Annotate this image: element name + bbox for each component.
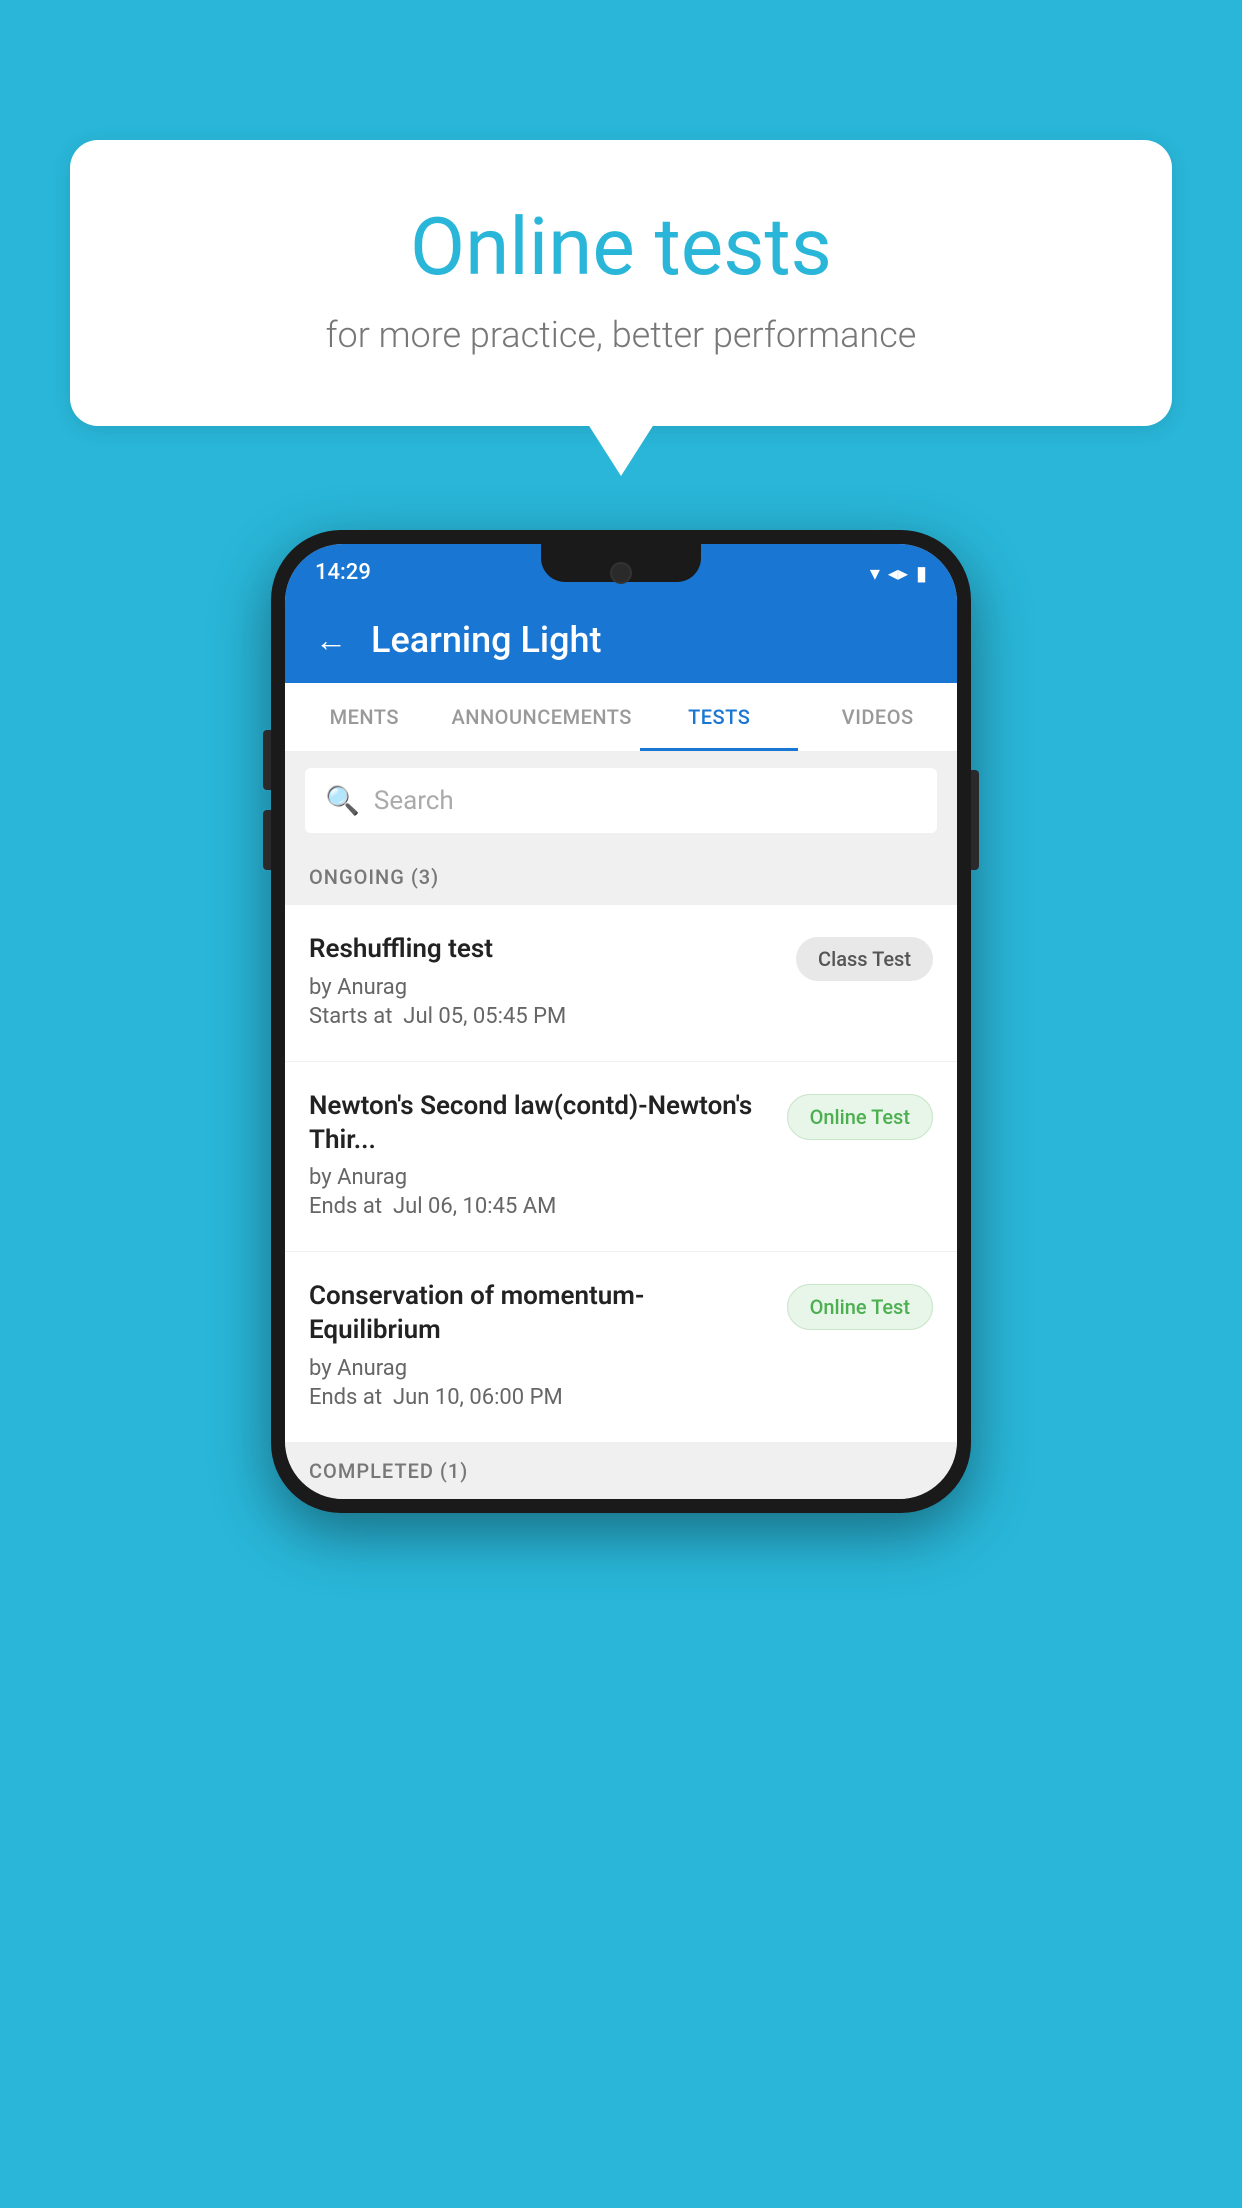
bubble-subtitle: for more practice, better performance <box>110 314 1132 356</box>
test-item[interactable]: Conservation of momentum-Equilibrium by … <box>285 1252 957 1443</box>
test-badge: Class Test <box>796 937 933 981</box>
speech-bubble: Online tests for more practice, better p… <box>70 140 1172 426</box>
phone-mockup: 14:29 ▾ ◂▸ ▮ ← Learning Light MENTS ANNO… <box>271 530 971 1513</box>
volume-up-button[interactable] <box>263 730 271 790</box>
tab-videos[interactable]: VIDEOS <box>798 683 957 751</box>
test-title: Reshuffling test <box>309 933 780 967</box>
test-item[interactable]: Reshuffling test by Anurag Starts at Jul… <box>285 905 957 1062</box>
test-time: Ends at Jun 10, 06:00 PM <box>309 1385 771 1410</box>
front-camera <box>610 562 632 584</box>
phone-outer: 14:29 ▾ ◂▸ ▮ ← Learning Light MENTS ANNO… <box>271 530 971 1513</box>
ongoing-section-label: ONGOING (3) <box>285 849 957 905</box>
test-by: by Anurag <box>309 1356 771 1381</box>
status-time: 14:29 <box>315 560 371 585</box>
test-info: Newton's Second law(contd)-Newton's Thir… <box>309 1090 787 1224</box>
test-by: by Anurag <box>309 1165 771 1190</box>
search-placeholder: Search <box>374 786 454 816</box>
test-badge: Online Test <box>787 1094 933 1140</box>
test-list: Reshuffling test by Anurag Starts at Jul… <box>285 905 957 1443</box>
battery-icon: ▮ <box>916 561 927 585</box>
signal-icon: ◂▸ <box>888 561 908 585</box>
tab-announcements[interactable]: ANNOUNCEMENTS <box>444 683 640 751</box>
wifi-icon: ▾ <box>870 561 880 585</box>
search-container: 🔍 Search <box>285 752 957 849</box>
test-title: Conservation of momentum-Equilibrium <box>309 1280 771 1348</box>
test-info: Reshuffling test by Anurag Starts at Jul… <box>309 933 796 1033</box>
completed-section-label: COMPLETED (1) <box>285 1443 957 1499</box>
app-title: Learning Light <box>371 619 601 661</box>
speech-bubble-container: Online tests for more practice, better p… <box>70 140 1172 426</box>
phone-screen: 14:29 ▾ ◂▸ ▮ ← Learning Light MENTS ANNO… <box>285 544 957 1499</box>
test-info: Conservation of momentum-Equilibrium by … <box>309 1280 787 1414</box>
test-time: Starts at Jul 05, 05:45 PM <box>309 1004 780 1029</box>
volume-down-button[interactable] <box>263 810 271 870</box>
tab-tests[interactable]: TESTS <box>640 683 799 751</box>
bubble-title: Online tests <box>110 200 1132 294</box>
test-time: Ends at Jul 06, 10:45 AM <box>309 1194 771 1219</box>
tab-bar: MENTS ANNOUNCEMENTS TESTS VIDEOS <box>285 683 957 752</box>
test-title: Newton's Second law(contd)-Newton's Thir… <box>309 1090 771 1158</box>
phone-notch <box>541 544 701 582</box>
test-by: by Anurag <box>309 975 780 1000</box>
status-icons: ▾ ◂▸ ▮ <box>870 561 927 585</box>
app-bar: ← Learning Light <box>285 597 957 683</box>
search-bar[interactable]: 🔍 Search <box>305 768 937 833</box>
test-item[interactable]: Newton's Second law(contd)-Newton's Thir… <box>285 1062 957 1253</box>
power-button[interactable] <box>971 770 979 870</box>
back-button[interactable]: ← <box>315 621 347 659</box>
test-badge: Online Test <box>787 1284 933 1330</box>
search-icon: 🔍 <box>325 784 360 817</box>
tab-assignments[interactable]: MENTS <box>285 683 444 751</box>
